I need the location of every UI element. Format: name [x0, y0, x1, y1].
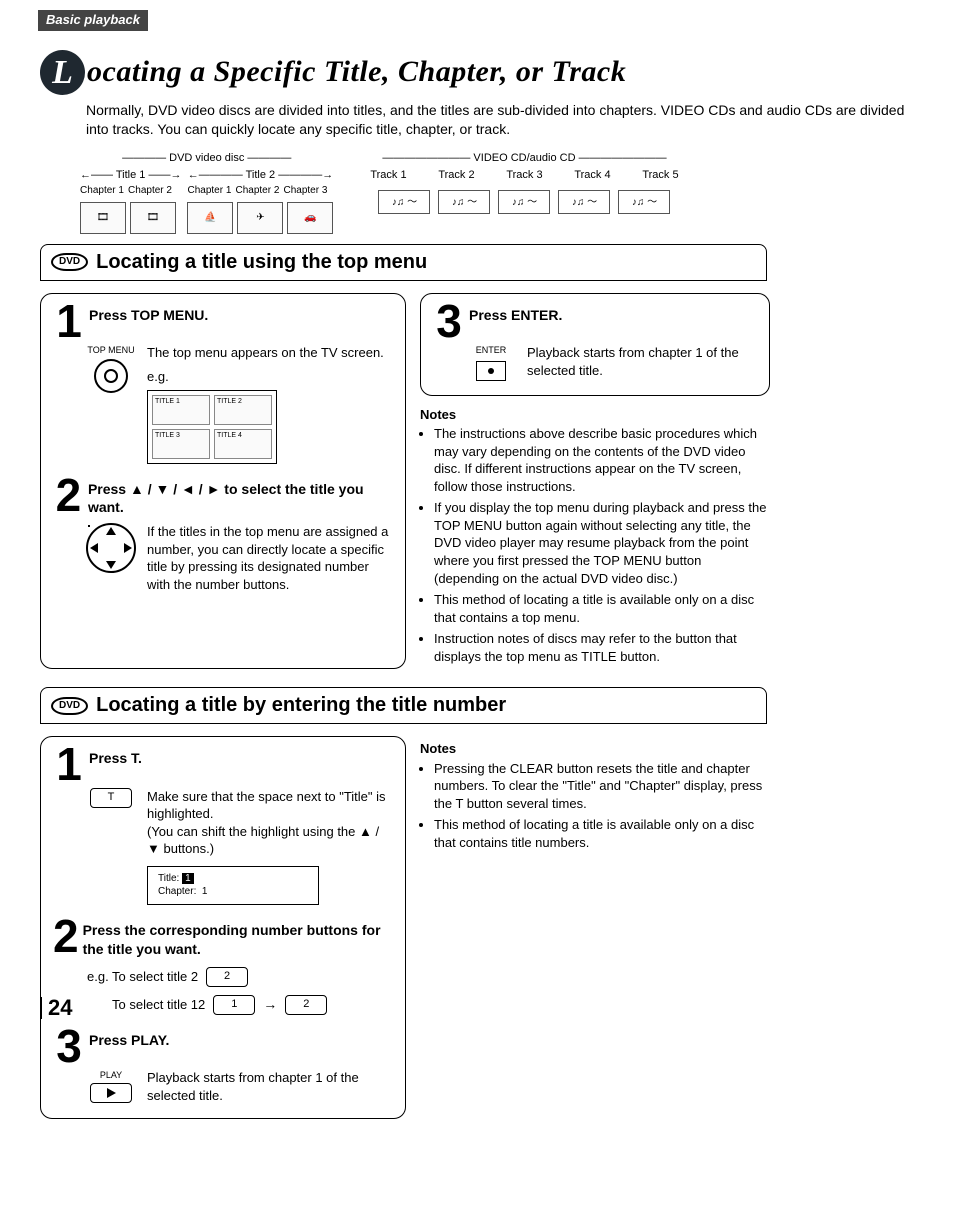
page-title: ocating a Specific Title, Chapter, or Tr… — [87, 52, 626, 93]
step-number: 1 — [53, 304, 85, 339]
eg-text: To select title 12 — [87, 996, 205, 1014]
section-1-header: DVD Locating a title using the top menu — [40, 244, 767, 281]
section-2-notes: Notes Pressing the CLEAR button resets t… — [420, 740, 770, 851]
step-number: 3 — [433, 304, 465, 339]
step-2-title: Press ▲ / ▼ / ◄ / ► to select the title … — [88, 478, 393, 518]
intro-text: Normally, DVD video discs are divided in… — [86, 101, 914, 139]
dvd-badge-icon: DVD — [51, 697, 88, 715]
section-2-title: Locating a title by entering the title n… — [96, 692, 506, 719]
step-2-text: If the titles in the top menu are assign… — [147, 523, 393, 593]
number-button-icon: 2 — [285, 995, 327, 1015]
enter-label: ENTER — [476, 344, 507, 356]
play-label: PLAY — [100, 1069, 122, 1081]
sec2-step-1-title: Press T. — [89, 747, 142, 768]
step-3-text: Playback starts from chapter 1 of the se… — [527, 344, 757, 380]
chapter-tile: 🚗 — [287, 202, 333, 234]
cd-structure-diagram: ———————— VIDEO CD/audio CD ———————— Trac… — [363, 151, 685, 234]
sec2-step-2-title: Press the corresponding number buttons f… — [83, 919, 393, 959]
top-menu-label: TOP MENU — [87, 344, 134, 356]
number-button-icon: 2 — [206, 967, 248, 987]
sec2-step-3-text: Playback starts from chapter 1 of the se… — [147, 1069, 393, 1104]
track-tile: ♪♫ ～ — [498, 190, 550, 214]
note-item: This method of locating a title is avail… — [434, 591, 770, 626]
title-initial-icon: L — [40, 50, 85, 95]
step-3-title: Press ENTER. — [469, 304, 562, 325]
section-1-notes: Notes The instructions above describe ba… — [420, 406, 770, 666]
note-item: Instruction notes of discs may refer to … — [434, 630, 770, 665]
chapter-tile: 🎞 — [130, 202, 176, 234]
step-number: 2 — [53, 478, 84, 513]
enter-button-icon — [476, 361, 506, 381]
top-menu-button-icon — [94, 359, 128, 393]
section-1-steps-box: 1 Press TOP MENU. TOP MENU The top menu … — [40, 293, 406, 669]
sec2-step-3-title: Press PLAY. — [89, 1029, 169, 1050]
chapter-tile: ✈ — [237, 202, 283, 234]
note-item: This method of locating a title is avail… — [434, 816, 770, 851]
eg-text: e.g. To select title 2 — [87, 968, 198, 986]
breadcrumb: Basic playback — [38, 10, 148, 31]
dvd-structure-diagram: ———— DVD video disc ———— ←—— Title 1 ——→… — [80, 151, 333, 234]
track-tile: ♪♫ ～ — [618, 190, 670, 214]
track-tile: ♪♫ ～ — [558, 190, 610, 214]
section-1-step3-box: 3 Press ENTER. ENTER Playback starts fro… — [420, 293, 770, 396]
play-button-icon — [90, 1083, 132, 1103]
dvd-badge-icon: DVD — [51, 253, 88, 271]
eg-label: e.g. — [147, 369, 169, 384]
page-title-row: L ocating a Specific Title, Chapter, or … — [40, 50, 914, 95]
osd-preview: Title: 1 Chapter: 1 — [147, 866, 319, 905]
chapter-tile: ⛵ — [187, 202, 233, 234]
menu-preview: TITLE 1 TITLE 2 TITLE 3 TITLE 4 — [147, 390, 277, 464]
note-item: The instructions above describe basic pr… — [434, 425, 770, 495]
note-item: Pressing the CLEAR button resets the tit… — [434, 760, 770, 813]
step-1-text: The top menu appears on the TV screen. — [147, 345, 384, 360]
number-button-icon: 1 — [213, 995, 255, 1015]
step-number: 3 — [53, 1029, 85, 1064]
step-number: 1 — [53, 747, 85, 782]
note-item: If you display the top menu during playb… — [434, 499, 770, 587]
chapter-tile: 🎞 — [80, 202, 126, 234]
section-1-title: Locating a title using the top menu — [96, 249, 427, 276]
arrow-icon: → — [263, 995, 277, 1014]
dpad-icon — [86, 523, 136, 573]
page-number: 24 — [40, 997, 72, 1019]
section-2-steps-box: 1 Press T. T Make sure that the space ne… — [40, 736, 406, 1119]
sec2-step-1-text: Make sure that the space next to "Title"… — [147, 789, 386, 857]
step-1-title: Press TOP MENU. — [89, 304, 208, 325]
t-button-icon: T — [90, 788, 132, 808]
section-2-header: DVD Locating a title by entering the tit… — [40, 687, 767, 724]
step-number: 2 — [53, 919, 79, 954]
track-tile: ♪♫ ～ — [438, 190, 490, 214]
track-tile: ♪♫ ～ — [378, 190, 430, 214]
